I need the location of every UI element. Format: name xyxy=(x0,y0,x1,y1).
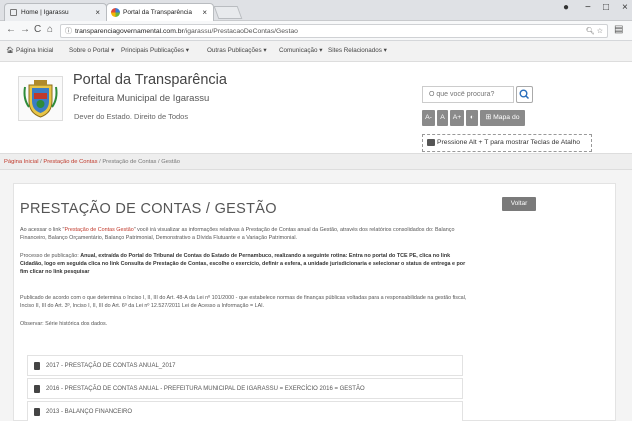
menu-item-pagina-inicial[interactable]: Página Inicial xyxy=(16,41,53,61)
document-icon xyxy=(34,408,40,416)
sitemap-button[interactable]: ⊞ Mapa do Site xyxy=(480,110,525,137)
publication-process-paragraph: Processo de publicação: Anual, extraída … xyxy=(20,252,470,277)
sitemap-icon: ⊞ xyxy=(485,114,492,121)
menu-item-outras-publicacoes[interactable]: Outras Publicações ▾ xyxy=(207,41,267,61)
legal-basis-paragraph: Publicado de acordo com o que determina … xyxy=(20,295,467,310)
home-icon[interactable]: 🏠︎ xyxy=(6,41,14,61)
page-title: PRESTAÇÃO DE CONTAS / GESTÃO xyxy=(20,201,277,217)
shortcut-hint-text: Pressione Alt + T para mostrar Teclas de… xyxy=(437,139,581,146)
intro-paragraph: Ao acessar o link "Prestação de Contas G… xyxy=(20,226,470,242)
back-button[interactable]: Voltar xyxy=(502,197,536,211)
forward-arrow-icon[interactable]: → xyxy=(20,24,30,35)
document-icon xyxy=(34,362,40,370)
minimize-button[interactable]: − xyxy=(585,2,591,13)
portal-title: Portal da Transparência xyxy=(73,72,227,88)
breadcrumb-prestacao-contas[interactable]: Prestação de Contas xyxy=(43,159,97,165)
breadcrumb-home[interactable]: Página Inicial xyxy=(4,159,38,165)
document-item-2016[interactable]: 2016 - PRESTAÇÃO DE CONTAS ANUAL - PREFE… xyxy=(27,378,463,399)
extension-icon[interactable]: ▤ xyxy=(614,24,623,35)
increase-font-button[interactable]: A+ xyxy=(450,110,464,126)
search-input[interactable] xyxy=(422,86,514,103)
menu-item-sites-relacionados[interactable]: Sites Relacionados ▾ xyxy=(328,41,387,61)
breadcrumb: Página Inicial / Prestação de Contas / P… xyxy=(0,153,632,170)
close-tab-icon[interactable]: × xyxy=(202,4,207,21)
tab-home-igarassu[interactable]: Home | Igarassu × xyxy=(4,3,107,21)
new-tab-button[interactable] xyxy=(213,6,243,19)
tab-portal-transparencia[interactable]: Portal da Transparência × xyxy=(106,3,214,21)
process-label: Processo de publicação: xyxy=(20,253,81,259)
breadcrumb-current: Prestação de Contas / Gestão xyxy=(102,159,180,165)
prestacao-contas-gestao-link[interactable]: Prestação de Contas Gestão xyxy=(64,227,133,233)
contrast-button[interactable]: ◐ xyxy=(466,110,478,126)
close-tab-icon[interactable]: × xyxy=(95,4,100,21)
municipal-coat-of-arms-logo[interactable] xyxy=(18,76,63,121)
keyboard-icon xyxy=(427,139,435,146)
zoom-star-icons[interactable]: 🔍︎ ☆ xyxy=(586,25,603,37)
document-item-2017[interactable]: 2017 - PRESTAÇÃO DE CONTAS ANUAL_2017 xyxy=(27,355,463,376)
address-toolbar: ← → C ⌂ ⓘ transparenciagovernamental.com… xyxy=(0,21,632,41)
close-window-button[interactable]: × xyxy=(622,2,628,13)
site-info-icon[interactable]: ⓘ xyxy=(65,25,72,37)
normal-font-button[interactable]: A xyxy=(437,110,448,126)
slogan: Dever do Estado. Direito de Todos xyxy=(74,112,189,121)
process-description: Anual, extraída do Portal do Tribunal de… xyxy=(20,253,466,276)
back-arrow-icon[interactable]: ← xyxy=(6,24,16,35)
site-top-menu: 🏠︎ Página Inicial Sobre o Portal ▾ Princ… xyxy=(0,41,632,62)
document-label: 2017 - PRESTAÇÃO DE CONTAS ANUAL_2017 xyxy=(46,363,176,369)
municipality-name: Prefeitura Municipal de Igarassu xyxy=(73,93,210,104)
page-icon xyxy=(10,9,17,16)
browser-window: Home | Igarassu × Portal da Transparênci… xyxy=(0,0,632,421)
home-icon[interactable]: ⌂ xyxy=(47,24,53,35)
decrease-font-button[interactable]: A- xyxy=(422,110,435,126)
site-header: Portal da Transparência Prefeitura Munic… xyxy=(0,62,632,153)
coat-of-arms-icon xyxy=(23,80,58,118)
url-field[interactable]: ⓘ transparenciagovernamental.com.br/igar… xyxy=(60,24,608,38)
tab-label: Home | Igarassu xyxy=(21,9,69,16)
intro-text-start: Ao acessar o link " xyxy=(20,227,65,233)
menu-item-sobre-portal[interactable]: Sobre o Portal ▾ xyxy=(69,41,114,61)
reload-icon[interactable]: C xyxy=(34,24,41,35)
historical-note: Observar: Série histórica dos dados. xyxy=(20,321,108,327)
document-icon xyxy=(34,385,40,393)
document-label: 2013 - BALANÇO FINANCEIRO xyxy=(46,409,133,415)
contrast-icon: ◐ xyxy=(469,114,475,121)
keyboard-shortcut-hint: Pressione Alt + T para mostrar Teclas de… xyxy=(422,134,592,152)
menu-item-principais-publicacoes[interactable]: Principais Publicações ▾ xyxy=(121,41,189,61)
search-button[interactable] xyxy=(516,86,533,103)
url-path: /igarassu/PrestacaoDeContas/Gestao xyxy=(183,28,298,35)
menu-item-comunicacao[interactable]: Comunicação ▾ xyxy=(279,41,322,61)
site-favicon-icon xyxy=(111,8,120,17)
account-icon[interactable]: ● xyxy=(563,2,569,13)
tab-label: Portal da Transparência xyxy=(123,9,193,16)
document-label: 2016 - PRESTAÇÃO DE CONTAS ANUAL - PREFE… xyxy=(46,386,365,392)
document-item-2013[interactable]: 2013 - BALANÇO FINANCEIRO xyxy=(27,401,463,421)
tab-bar: Home | Igarassu × Portal da Transparênci… xyxy=(0,0,632,21)
maximize-button[interactable]: □ xyxy=(603,2,609,13)
search-icon xyxy=(519,89,530,100)
url-host: transparenciagovernamental.com.br xyxy=(75,28,184,35)
